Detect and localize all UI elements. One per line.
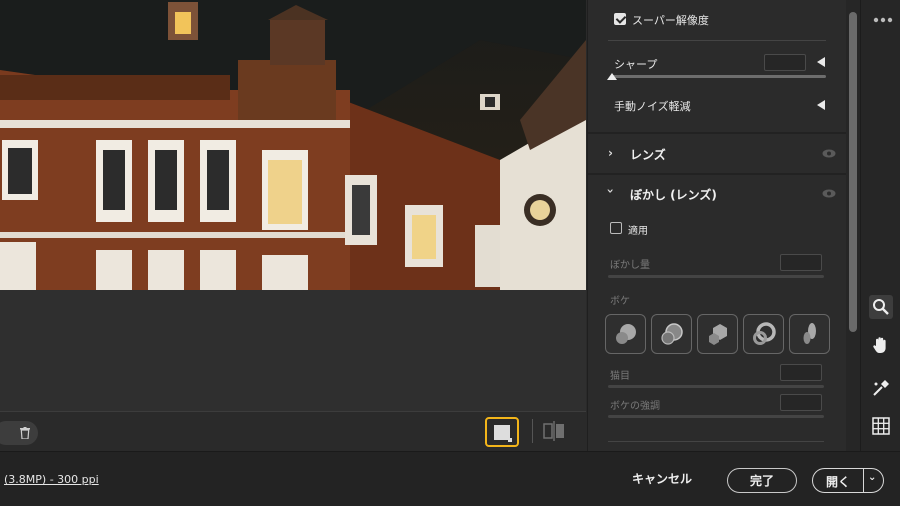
bokeh-soap-bubble-icon	[660, 323, 683, 345]
bokeh-soap-bubble-button[interactable]	[651, 314, 692, 354]
bokeh-blade-button[interactable]	[697, 314, 738, 354]
toolbar-divider	[532, 419, 533, 443]
eye-icon[interactable]	[822, 149, 836, 158]
super-resolution-checkbox[interactable]	[614, 13, 626, 25]
delete-button[interactable]	[0, 421, 38, 445]
canvas-background	[0, 290, 586, 411]
super-resolution-label: スーパー解像度	[632, 14, 709, 27]
building-photo	[0, 0, 586, 290]
single-view-button[interactable]	[485, 417, 519, 447]
image-info-link[interactable]: (3.8MP) - 300 ppi	[4, 473, 99, 486]
sharpen-slider-thumb[interactable]	[607, 73, 617, 80]
sharpen-slider[interactable]	[610, 75, 826, 78]
bokeh-label: ボケ	[610, 296, 630, 307]
open-button-label[interactable]: 開く	[813, 473, 863, 490]
more-icon[interactable]	[873, 17, 893, 23]
chevron-down-icon[interactable]: ⌄	[868, 472, 876, 483]
section-divider	[588, 132, 847, 134]
sharpen-label: シャープ	[614, 58, 658, 71]
settings-panel: スーパー解像度 シャープ 手動ノイズ軽減 › レンズ › ぼかし (レンズ) 適…	[587, 0, 847, 451]
dialog-footer: (3.8MP) - 300 ppi キャンセル 完了 開く ⌄	[0, 451, 900, 506]
single-view-icon	[494, 424, 512, 442]
sharpen-expand-icon[interactable]	[817, 57, 825, 67]
color-sampler-icon	[873, 380, 889, 396]
lens-section-title: レンズ	[630, 148, 666, 162]
done-button[interactable]: 完了	[727, 468, 797, 493]
divider	[608, 40, 826, 41]
before-after-view-icon[interactable]	[543, 421, 565, 441]
blur-amount-slider[interactable]	[608, 275, 824, 278]
boost-field[interactable]	[780, 394, 822, 411]
scrollbar-thumb[interactable]	[849, 12, 857, 332]
bokeh-circle-icon	[615, 324, 636, 344]
cat-eye-slider[interactable]	[608, 385, 824, 388]
grid-icon	[872, 417, 890, 435]
divider	[608, 441, 824, 442]
section-divider	[588, 173, 847, 175]
blur-amount-field[interactable]	[780, 254, 822, 271]
chevron-right-icon: ›	[608, 146, 613, 160]
boost-label: ボケの強調	[610, 401, 660, 412]
hand-tool-button[interactable]	[869, 333, 893, 357]
chevron-down-icon: ›	[603, 188, 618, 194]
blur-apply-label: 適用	[628, 226, 648, 237]
bokeh-blade-icon	[708, 324, 727, 345]
hand-icon	[873, 337, 886, 353]
bokeh-ring-button[interactable]	[743, 314, 784, 354]
blur-amount-label: ぼかし量	[610, 260, 650, 271]
bokeh-cat-eye-button[interactable]	[789, 314, 830, 354]
image-preview[interactable]	[0, 0, 586, 290]
bokeh-ring-icon	[752, 322, 776, 345]
bokeh-cat-eye-icon	[803, 323, 816, 344]
color-sampler-tool-button[interactable]	[869, 376, 893, 400]
blur-section-title: ぼかし (レンズ)	[630, 188, 717, 202]
zoom-icon	[873, 299, 889, 315]
bokeh-circle-button[interactable]	[605, 314, 646, 354]
noise-reduction-label: 手動ノイズ軽減	[614, 100, 691, 113]
panel-scrollbar[interactable]	[846, 0, 860, 451]
eye-icon[interactable]	[822, 189, 836, 198]
zoom-tool-button[interactable]	[869, 295, 893, 319]
boost-slider[interactable]	[608, 415, 824, 418]
cat-eye-label: 猫目	[610, 371, 630, 382]
open-button-divider	[863, 469, 864, 492]
sharpen-value-field[interactable]	[764, 54, 806, 71]
blur-apply-checkbox[interactable]	[610, 222, 622, 234]
grid-tool-button[interactable]	[869, 414, 893, 438]
open-button[interactable]: 開く ⌄	[812, 468, 884, 493]
trash-icon	[20, 427, 30, 439]
cat-eye-field[interactable]	[780, 364, 822, 381]
cancel-button[interactable]: キャンセル	[632, 470, 692, 487]
noise-reduction-expand-icon[interactable]	[817, 100, 825, 110]
